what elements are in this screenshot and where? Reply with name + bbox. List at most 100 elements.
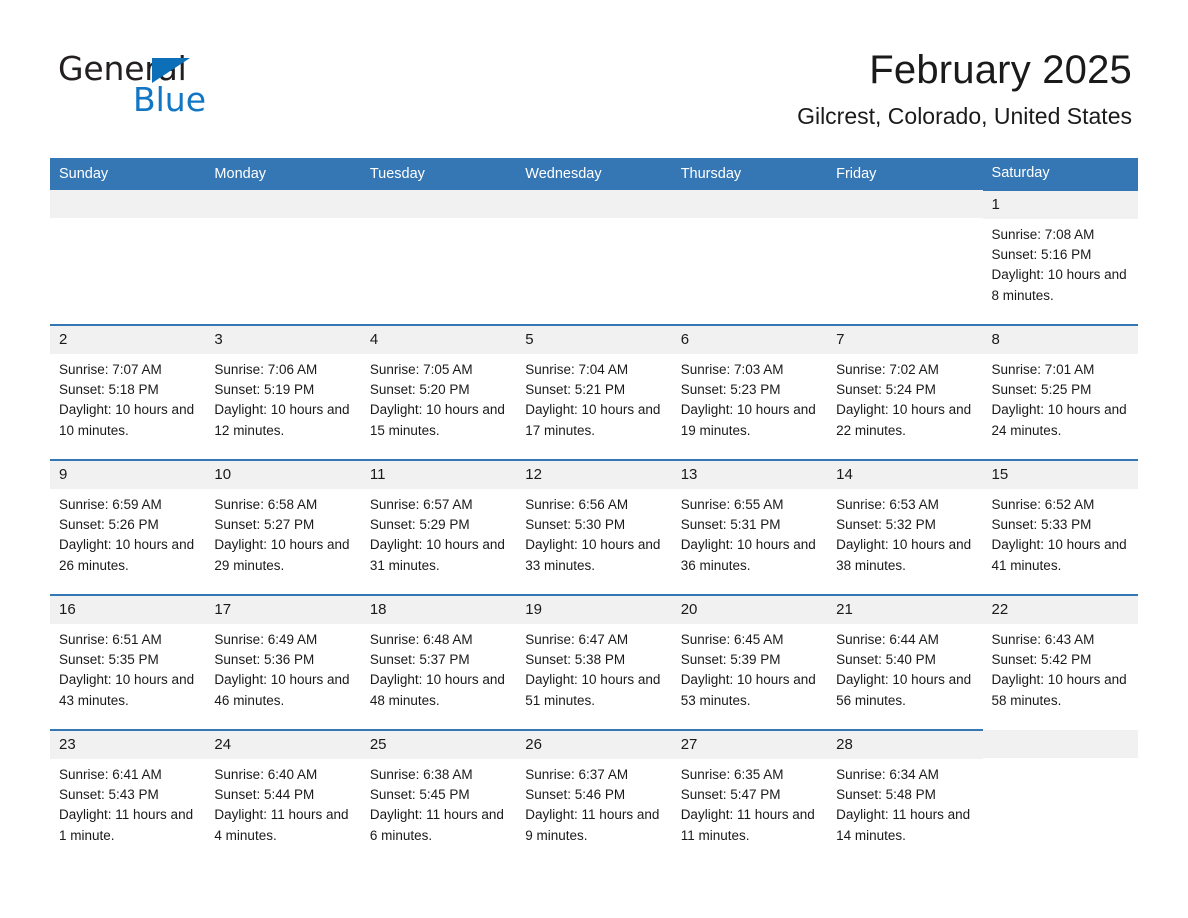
- sunrise-text: Sunrise: 7:06 AM: [214, 362, 318, 377]
- day-number: 22: [982, 596, 1138, 624]
- page-header: General Blue February 2025 Gilcrest, Col…: [0, 0, 1188, 158]
- sunrise-text: Sunrise: 6:57 AM: [369, 497, 473, 512]
- day-number: 6: [671, 326, 828, 354]
- daylight-text: Daylight: 10 hours and 26 minutes.: [59, 537, 195, 573]
- sunrise-text: Sunrise: 7:03 AM: [680, 362, 784, 377]
- sunrise-text: Sunrise: 6:58 AM: [214, 497, 318, 512]
- calendar-day-cell[interactable]: 20 Sunrise: 6:45 AM Sunset: 5:39 PM Dayligh…: [671, 594, 828, 730]
- calendar-day-cell[interactable]: 24 Sunrise: 6:40 AM Sunset: 5:44 PM Dayligh…: [205, 729, 361, 865]
- day-number: [827, 190, 983, 218]
- day-number: 21: [827, 596, 983, 624]
- daylight-text: Daylight: 10 hours and 31 minutes.: [369, 537, 505, 573]
- day-details: Sunrise: 6:41 AM Sunset: 5:43 PM Daylight:…: [50, 759, 205, 846]
- day-details: Sunrise: 6:57 AM Sunset: 5:29 PM Daylight:…: [361, 489, 516, 576]
- calendar-day-cell[interactable]: 15 Sunrise: 6:52 AM Sunset: 5:33 PM Dayligh…: [982, 459, 1138, 595]
- day-number: 27: [671, 731, 828, 759]
- calendar-day-cell[interactable]: 22 Sunrise: 6:43 AM Sunset: 5:42 PM Dayligh…: [982, 594, 1138, 730]
- calendar-day-cell[interactable]: 18 Sunrise: 6:48 AM Sunset: 5:37 PM Dayligh…: [360, 594, 517, 730]
- sunrise-text: Sunrise: 6:41 AM: [59, 767, 162, 782]
- calendar-day-cell[interactable]: 1 Sunrise: 7:08 AM Sunset: 5:16 PM Daylight…: [982, 189, 1138, 325]
- sunrise-text: Sunrise: 6:53 AM: [836, 497, 939, 512]
- sunset-text: Sunset: 5:48 PM: [836, 787, 936, 803]
- weekday-header-saturday: Saturday: [982, 158, 1138, 190]
- sunset-text: Sunset: 5:18 PM: [59, 382, 159, 398]
- daylight-text: Daylight: 10 hours and 19 minutes.: [680, 402, 816, 438]
- calendar-day-cell-empty: [50, 190, 206, 325]
- day-number: 3: [205, 326, 361, 354]
- calendar-week-row: 16 Sunrise: 6:51 AM Sunset: 5:35 PM Dayligh…: [50, 594, 1138, 730]
- calendar-day-cell[interactable]: 28 Sunrise: 6:34 AM Sunset: 5:48 PM Dayligh…: [827, 729, 983, 865]
- day-number: 28: [827, 731, 983, 759]
- sunrise-text: Sunrise: 6:35 AM: [680, 767, 784, 782]
- daylight-text: Daylight: 10 hours and 53 minutes.: [680, 672, 816, 708]
- day-details: Sunrise: 6:38 AM Sunset: 5:45 PM Daylight:…: [361, 759, 516, 846]
- day-number: [205, 190, 361, 218]
- day-details: Sunrise: 6:51 AM Sunset: 5:35 PM Daylight:…: [50, 624, 205, 711]
- calendar-day-cell[interactable]: 3 Sunrise: 7:06 AM Sunset: 5:19 PM Daylight…: [205, 324, 361, 460]
- sunrise-text: Sunrise: 6:51 AM: [59, 632, 162, 647]
- day-details: Sunrise: 6:44 AM Sunset: 5:40 PM Daylight:…: [827, 624, 982, 711]
- calendar-day-cell-empty: [516, 190, 672, 325]
- calendar-day-cell[interactable]: 16 Sunrise: 6:51 AM Sunset: 5:35 PM Dayligh…: [50, 594, 206, 730]
- calendar-day-cell[interactable]: 27 Sunrise: 6:35 AM Sunset: 5:47 PM Dayligh…: [671, 729, 828, 865]
- calendar-day-cell-empty: [360, 190, 517, 325]
- sunrise-text: Sunrise: 7:04 AM: [525, 362, 629, 377]
- calendar-day-cell[interactable]: 13 Sunrise: 6:55 AM Sunset: 5:31 PM Dayligh…: [671, 459, 828, 595]
- calendar-week-row: 1 Sunrise: 7:08 AM Sunset: 5:16 PM Daylight…: [50, 189, 1138, 325]
- day-details: Sunrise: 6:59 AM Sunset: 5:26 PM Daylight:…: [50, 489, 205, 576]
- day-details: Sunrise: 6:43 AM Sunset: 5:42 PM Daylight:…: [983, 624, 1138, 711]
- generalblue-logo[interactable]: General Blue: [58, 52, 278, 122]
- daylight-text: Daylight: 10 hours and 33 minutes.: [525, 537, 661, 573]
- calendar-day-cell[interactable]: 9 Sunrise: 6:59 AM Sunset: 5:26 PM Daylight…: [50, 459, 206, 595]
- sunset-text: Sunset: 5:29 PM: [369, 517, 470, 533]
- weekday-header-tuesday: Tuesday: [360, 158, 517, 190]
- weekday-header-thursday: Thursday: [671, 158, 828, 190]
- sunset-text: Sunset: 5:38 PM: [525, 652, 626, 668]
- day-number: 20: [671, 596, 828, 624]
- day-number: 18: [360, 596, 517, 624]
- logo-word-blue: Blue: [133, 80, 207, 119]
- calendar-day-cell[interactable]: 26 Sunrise: 6:37 AM Sunset: 5:46 PM Dayligh…: [516, 729, 672, 865]
- sunrise-text: Sunrise: 7:07 AM: [59, 362, 162, 377]
- day-number: [671, 190, 828, 218]
- sunrise-text: Sunrise: 6:37 AM: [525, 767, 629, 782]
- daylight-text: Daylight: 10 hours and 15 minutes.: [369, 402, 505, 438]
- calendar-day-cell-empty: [827, 190, 983, 325]
- calendar-day-cell[interactable]: 8 Sunrise: 7:01 AM Sunset: 5:25 PM Daylight…: [982, 324, 1138, 460]
- calendar-day-cell[interactable]: 7 Sunrise: 7:02 AM Sunset: 5:24 PM Daylight…: [827, 324, 983, 460]
- calendar-day-cell[interactable]: 25 Sunrise: 6:38 AM Sunset: 5:45 PM Dayligh…: [360, 729, 517, 865]
- sunset-text: Sunset: 5:24 PM: [836, 382, 936, 398]
- day-number: 16: [50, 596, 206, 624]
- calendar-body: 1 Sunrise: 7:08 AM Sunset: 5:16 PM Daylight…: [50, 189, 1138, 865]
- calendar-day-cell[interactable]: 6 Sunrise: 7:03 AM Sunset: 5:23 PM Daylight…: [671, 324, 828, 460]
- calendar-day-cell[interactable]: 5 Sunrise: 7:04 AM Sunset: 5:21 PM Daylight…: [516, 324, 672, 460]
- sunset-text: Sunset: 5:47 PM: [680, 787, 781, 803]
- calendar-day-cell[interactable]: 21 Sunrise: 6:44 AM Sunset: 5:40 PM Dayligh…: [827, 594, 983, 730]
- sunset-text: Sunset: 5:21 PM: [525, 382, 626, 398]
- calendar-day-cell[interactable]: 14 Sunrise: 6:53 AM Sunset: 5:32 PM Dayligh…: [827, 459, 983, 595]
- sunrise-text: Sunrise: 6:55 AM: [680, 497, 784, 512]
- sunset-text: Sunset: 5:45 PM: [369, 787, 470, 803]
- sunrise-text: Sunrise: 6:47 AM: [525, 632, 629, 647]
- sunset-text: Sunset: 5:25 PM: [991, 382, 1092, 398]
- calendar-day-cell[interactable]: 17 Sunrise: 6:49 AM Sunset: 5:36 PM Dayligh…: [205, 594, 361, 730]
- calendar-day-cell[interactable]: 23 Sunrise: 6:41 AM Sunset: 5:43 PM Dayligh…: [50, 729, 206, 865]
- day-details: Sunrise: 6:35 AM Sunset: 5:47 PM Daylight:…: [672, 759, 827, 846]
- day-number: 17: [205, 596, 361, 624]
- calendar-day-cell[interactable]: 19 Sunrise: 6:47 AM Sunset: 5:38 PM Dayligh…: [516, 594, 672, 730]
- sunset-text: Sunset: 5:37 PM: [369, 652, 470, 668]
- day-details: Sunrise: 6:45 AM Sunset: 5:39 PM Daylight:…: [672, 624, 827, 711]
- sunset-text: Sunset: 5:27 PM: [214, 517, 315, 533]
- calendar-day-cell[interactable]: 11 Sunrise: 6:57 AM Sunset: 5:29 PM Dayligh…: [360, 459, 517, 595]
- daylight-text: Daylight: 10 hours and 38 minutes.: [836, 537, 972, 573]
- calendar-week-row: 9 Sunrise: 6:59 AM Sunset: 5:26 PM Daylight…: [50, 459, 1138, 595]
- day-number: [516, 190, 672, 218]
- day-details: Sunrise: 6:55 AM Sunset: 5:31 PM Daylight:…: [672, 489, 827, 576]
- calendar-day-cell[interactable]: 12 Sunrise: 6:56 AM Sunset: 5:30 PM Dayligh…: [516, 459, 672, 595]
- sunrise-text: Sunrise: 7:01 AM: [991, 362, 1095, 377]
- calendar-day-cell[interactable]: 4 Sunrise: 7:05 AM Sunset: 5:20 PM Daylight…: [360, 324, 517, 460]
- calendar-day-cell[interactable]: 10 Sunrise: 6:58 AM Sunset: 5:27 PM Dayligh…: [205, 459, 361, 595]
- calendar-day-cell[interactable]: 2 Sunrise: 7:07 AM Sunset: 5:18 PM Daylight…: [50, 324, 206, 460]
- sunrise-sunset-calendar: Sunday Monday Tuesday Wednesday Thursday…: [50, 158, 1138, 865]
- sunrise-text: Sunrise: 7:02 AM: [836, 362, 939, 377]
